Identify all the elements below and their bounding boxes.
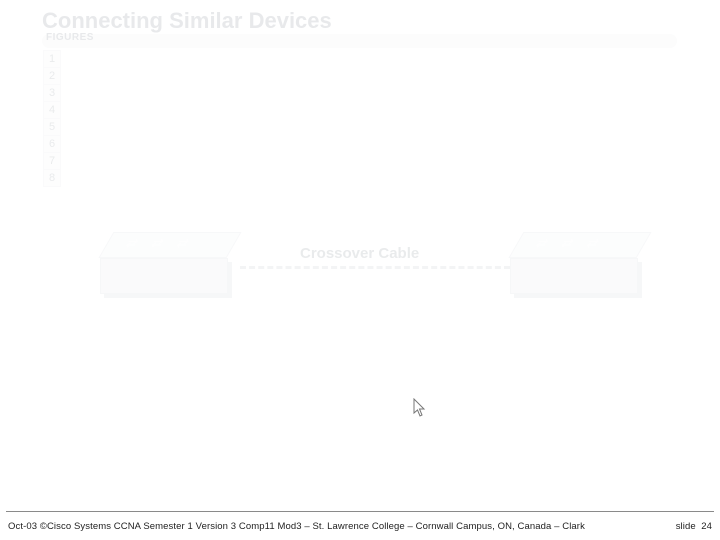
- switch-device-right: ⇄ ⇄ ⇄: [510, 232, 650, 300]
- figures-label: FIGURES: [46, 32, 94, 43]
- cursor-icon: [413, 398, 427, 418]
- footer-divider: [6, 511, 714, 512]
- footer-text: Oct-03 ©Cisco Systems CCNA Semester 1 Ve…: [8, 521, 585, 532]
- slide-title: Connecting Similar Devices: [42, 8, 332, 34]
- footer: Oct-03 ©Cisco Systems CCNA Semester 1 Ve…: [8, 521, 712, 532]
- figure-tab-2[interactable]: 2: [43, 67, 61, 85]
- crossover-cable-line: [240, 266, 510, 269]
- cable-label: Crossover Cable: [300, 245, 419, 262]
- switch-front: [510, 258, 638, 294]
- figures-bar: [42, 34, 677, 48]
- figures-list: 1 2 3 4 5 6 7 8: [43, 50, 63, 186]
- figure-tab-4[interactable]: 4: [43, 101, 61, 119]
- figure-tab-5[interactable]: 5: [43, 118, 61, 136]
- figure-tab-6[interactable]: 6: [43, 135, 61, 153]
- slide-num-value: 24: [701, 521, 712, 532]
- slide: Connecting Similar Devices FIGURES 1 2 3…: [0, 0, 720, 540]
- switch-arrows-icon: ⇄ ⇄ ⇄: [121, 236, 227, 254]
- figure-tab-3[interactable]: 3: [43, 84, 61, 102]
- slide-word: slide: [676, 521, 696, 532]
- switch-front: [100, 258, 228, 294]
- figure-tab-7[interactable]: 7: [43, 152, 61, 170]
- switch-arrows-icon: ⇄ ⇄ ⇄: [531, 236, 637, 254]
- figure-tab-1[interactable]: 1: [43, 50, 61, 68]
- figure-tab-8[interactable]: 8: [43, 169, 61, 187]
- slide-number: slide 24: [672, 521, 712, 532]
- switch-device-left: ⇄ ⇄ ⇄: [100, 232, 240, 300]
